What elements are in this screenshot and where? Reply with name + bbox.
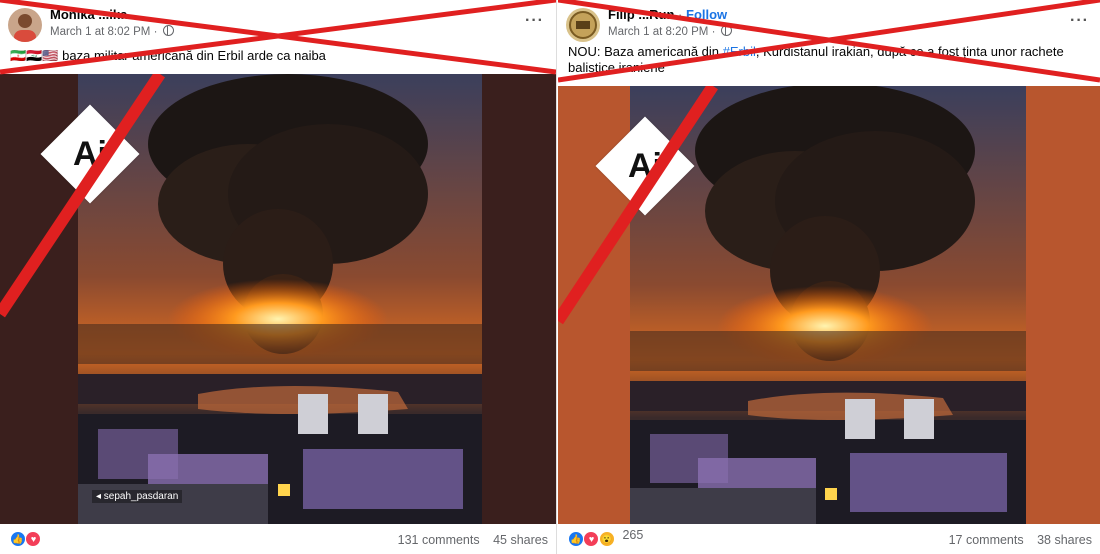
post-caption: NOU: Baza americană din #Erbil, Kurdista…: [568, 44, 1064, 75]
wow-reaction-icon: 😮: [598, 531, 615, 547]
post-card-right: Filip ...Run · Follow March 1 at 8:20 PM…: [558, 0, 1100, 554]
author-avatar[interactable]: [8, 8, 42, 42]
post-card-left: Monika ...ika March 1 at 8:02 PM · ··· 🇮…: [0, 0, 557, 554]
author-name[interactable]: Monika ...ika: [50, 7, 127, 22]
reactions-summary[interactable]: 👍 ♥ 😮 265: [568, 528, 643, 547]
post-footer: 👍 ♥ 😮 265 17 comments 38 shares: [558, 524, 1100, 554]
post-photo[interactable]: Ai: [558, 86, 1100, 528]
reactions-summary[interactable]: 👍 ♥: [10, 528, 42, 547]
author-name[interactable]: Filip ...Run · Follow: [608, 7, 727, 22]
post-timestamp[interactable]: March 1 at 8:20 PM ·: [608, 25, 732, 38]
love-reaction-icon: ♥: [25, 531, 42, 547]
like-reaction-icon: 👍: [568, 531, 584, 547]
post-timestamp[interactable]: March 1 at 8:02 PM ·: [50, 25, 174, 38]
comments-count[interactable]: 17 comments: [949, 533, 1024, 547]
post-footer: 👍 ♥ 131 comments 45 shares: [0, 524, 556, 554]
globe-icon: [720, 25, 732, 36]
more-options-button[interactable]: ···: [525, 12, 544, 30]
red-slash-mark: [558, 86, 719, 325]
like-reaction-icon: 👍: [10, 531, 26, 547]
comments-count[interactable]: 131 comments: [398, 533, 480, 547]
love-reaction-icon: ♥: [583, 531, 600, 547]
globe-icon: [162, 25, 174, 36]
red-slash-mark: [0, 74, 165, 318]
post-photo[interactable]: Ai ◂ sepah_pasdaran: [0, 74, 556, 525]
follow-button[interactable]: Follow: [686, 7, 727, 22]
shares-count[interactable]: 38 shares: [1037, 533, 1092, 547]
post-caption: 🇮🇷🇮🇶🇺🇸 baza militar americană din Erbil …: [10, 48, 326, 63]
more-options-button[interactable]: ···: [1070, 12, 1089, 30]
author-avatar[interactable]: [566, 8, 600, 42]
shares-count[interactable]: 45 shares: [493, 533, 548, 547]
hashtag-link[interactable]: #Erbil: [723, 44, 756, 59]
